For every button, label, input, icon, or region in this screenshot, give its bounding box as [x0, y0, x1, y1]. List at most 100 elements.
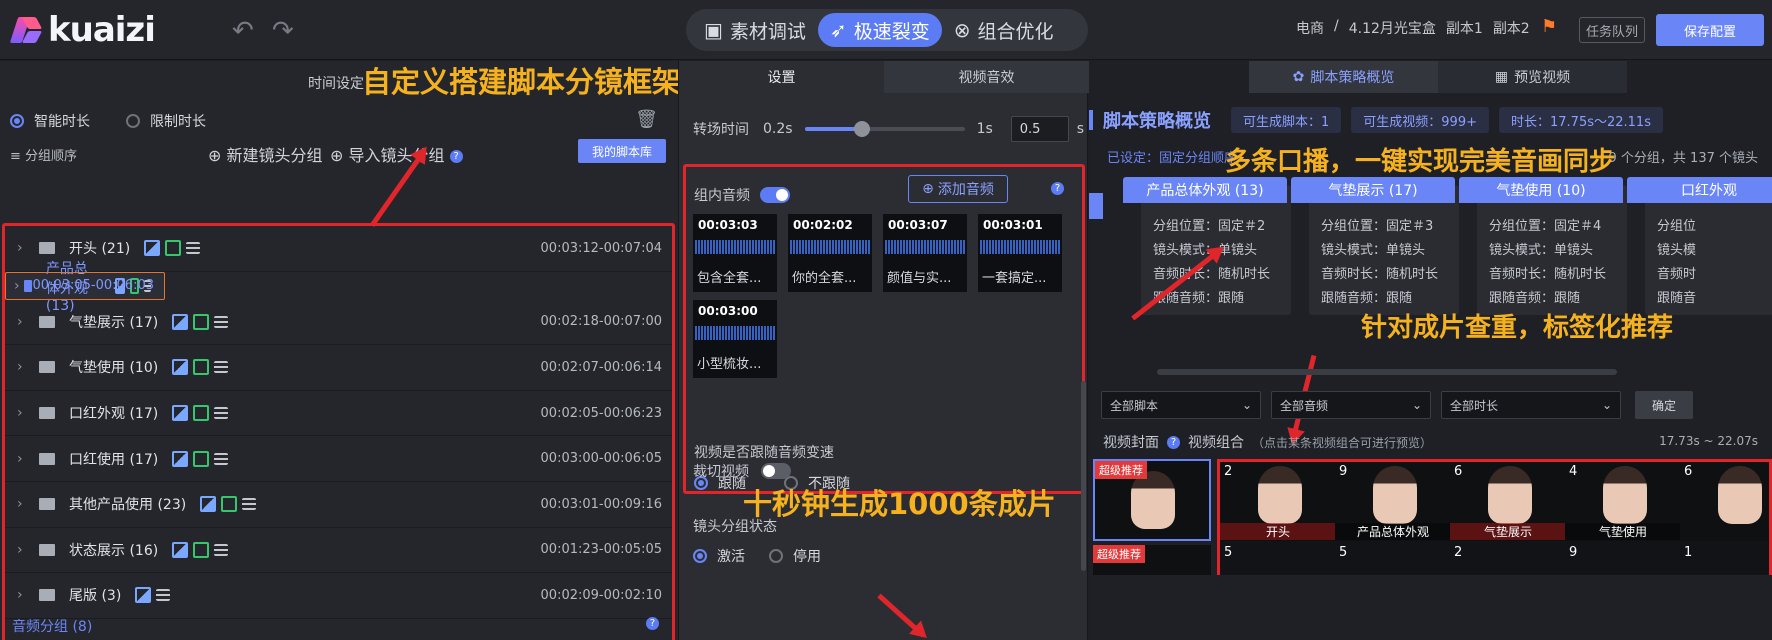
shot-group-row[interactable]: › 口红使用 (17) 00:03:00-00:06:05 [5, 436, 672, 482]
breadcrumb-item[interactable]: 副本2 [1493, 18, 1530, 38]
chevron-right-icon[interactable]: › [17, 240, 39, 256]
video-cover[interactable]: 超级推荐 [1093, 545, 1211, 575]
combo-shot-cell[interactable]: 5 [1335, 545, 1451, 575]
chevron-right-icon[interactable]: › [17, 587, 39, 603]
sort-order-label[interactable]: ≡ 分组顺序 [10, 145, 77, 164]
shot-group-row[interactable]: › 状态展示 (16) 00:01:23-00:05:05 [5, 528, 672, 574]
combo-shot-cell[interactable]: 6 [1680, 462, 1769, 541]
disable-option[interactable]: 停用 [769, 546, 821, 566]
video-cover[interactable]: 超级推荐 [1093, 459, 1211, 541]
video-combination-row[interactable]: 2 开头 9 产品总体外观 6 气垫展示 4 气垫使用 6 [1217, 459, 1772, 541]
combo-shot-cell[interactable]: 4 气垫使用 [1565, 462, 1681, 541]
shot-group-row[interactable]: › 口红外观 (17) 00:02:05-00:06:23 [5, 391, 672, 437]
new-group-button[interactable]: ⊕ 新建镜头分组 [208, 142, 323, 166]
disable-radio[interactable] [769, 549, 783, 563]
audio-clip[interactable]: 00:03:00 小型梳妆... [693, 300, 777, 378]
shot-group-name: 其他产品使用 (23) [69, 497, 187, 514]
app-logo[interactable]: kuaizi [9, 10, 156, 50]
strategy-group-card[interactable]: 气垫展示 (17) 分组位置：固定＃3 镜头模式：单镜头 音频时长：随机时长 跟随音频：… [1291, 177, 1459, 315]
audio-clip[interactable]: 00:03:01 一套搞定... [978, 214, 1062, 292]
shot-group-row[interactable]: › 开头 (21) 00:03:12-00:07:04 [5, 226, 672, 272]
combo-shot-cell[interactable]: 9 [1565, 545, 1681, 575]
shot-count: 9 [1339, 464, 1348, 479]
filter-audio-select[interactable]: 全部音频 ⌄ [1271, 391, 1431, 419]
shot-group-label: 气垫展示 [1450, 523, 1566, 540]
chevron-right-icon[interactable]: › [17, 405, 39, 421]
my-script-library-button[interactable]: 我的脚本库 [578, 139, 666, 163]
save-config-button[interactable]: 保存配置 [1656, 14, 1764, 46]
audio-clip[interactable]: 00:02:02 你的全套... [788, 214, 872, 292]
redo-icon[interactable]: ↷ [272, 16, 294, 46]
pin-icon[interactable]: ⚑ [1541, 16, 1557, 37]
shot-group-row[interactable]: › 气垫展示 (17) 00:02:18-00:07:00 [5, 300, 672, 346]
breadcrumb-item[interactable]: 电商 [1296, 18, 1324, 38]
import-group-button[interactable]: ⊕ 导入镜头分组 ? [330, 142, 463, 166]
mode-combo-optimize[interactable]: ⊗ 组合优化 [942, 13, 1066, 47]
mode-material-debug[interactable]: ▣ 素材调试 [692, 13, 818, 47]
combo-shot-cell[interactable]: 5 [1220, 545, 1336, 575]
shot-count: 4 [1569, 464, 1578, 479]
shot-group-row[interactable]: › 其他产品使用 (23) 00:03:01-00:09:16 [5, 482, 672, 528]
annotation-arrow [877, 593, 926, 638]
chevron-right-icon[interactable]: › [17, 496, 39, 512]
combo-shot-cell[interactable]: 6 气垫展示 [1450, 462, 1566, 541]
transition-input[interactable]: 0.5 [1010, 116, 1069, 142]
in-group-audio-toggle[interactable] [760, 187, 790, 203]
shot-group-time: 00:03:05-00:06:03 [32, 278, 154, 294]
combo-shot-cell[interactable]: 9 产品总体外观 [1335, 462, 1451, 541]
help-icon[interactable]: ? [1167, 435, 1180, 449]
strategy-group-card[interactable]: 气垫使用 (10) 分组位置：固定＃4 镜头模式：单镜头 音频时长：随机时长 跟随音频：… [1459, 177, 1627, 315]
chevron-right-icon[interactable]: › [17, 542, 39, 558]
horizontal-scrollbar[interactable] [1157, 369, 1617, 375]
breadcrumb-item[interactable]: 副本1 [1446, 18, 1483, 38]
mode-fast-fission[interactable]: ➶ 极速裂变 [817, 13, 942, 47]
breadcrumb-item[interactable]: 4.12月光宝盒 [1349, 18, 1436, 38]
help-icon[interactable]: ? [449, 150, 463, 163]
transition-slider[interactable] [804, 121, 965, 137]
filter-script-select[interactable]: 全部脚本 ⌄ [1101, 391, 1261, 419]
help-icon[interactable]: ? [1051, 182, 1064, 195]
new-group-label: 新建镜头分组 [226, 146, 323, 165]
smart-duration-radio[interactable] [10, 114, 24, 128]
shot-thumbnail [1258, 466, 1302, 524]
video-combination-row[interactable]: 5 5 2 9 1 [1217, 541, 1772, 575]
undo-icon[interactable]: ↶ [232, 16, 254, 46]
shot-group-row[interactable]: › 气垫使用 (10) 00:02:07-00:06:14 [5, 345, 672, 391]
smart-duration-label: 智能时长 [34, 114, 90, 130]
help-icon[interactable]: ? [646, 617, 659, 630]
audio-clip[interactable]: 00:03:07 颜值与实... [883, 214, 967, 292]
tab-settings[interactable]: 设置 [679, 61, 884, 93]
shot-group-name: 口红外观 (17) [69, 406, 159, 423]
activate-option[interactable]: 激活 [693, 546, 745, 566]
scrollbar[interactable] [1081, 381, 1086, 571]
combo-shot-cell[interactable]: 1 [1680, 545, 1769, 575]
add-audio-button[interactable]: ⊕ 添加音频 [908, 175, 1008, 203]
slider-knob[interactable] [854, 121, 871, 137]
combo-shot-cell[interactable]: 2 开头 [1220, 462, 1336, 541]
trash-icon[interactable]: 🗑 [635, 109, 658, 130]
chevron-right-icon[interactable]: › [17, 451, 39, 467]
tab-script-overview[interactable]: ✿ 脚本策略概览 [1249, 61, 1438, 93]
chevron-right-icon[interactable]: › [17, 314, 39, 330]
limit-duration-radio[interactable] [126, 114, 140, 128]
audio-group-label[interactable]: 音频分组 (8) [12, 616, 92, 636]
cut-video-toggle[interactable] [761, 463, 791, 479]
activate-radio[interactable] [693, 549, 707, 563]
combo-shot-cell[interactable]: 2 [1450, 545, 1566, 575]
waveform-icon [790, 240, 870, 254]
shot-group-row[interactable]: › 产品总体外观 (13) 00:03:05-00:06:03 [5, 261, 165, 314]
image-icon [172, 541, 189, 558]
filter-duration-select[interactable]: 全部时长 ⌄ [1441, 391, 1621, 419]
logo-text: kuaizi [48, 10, 156, 50]
rocket-icon: ➶ [829, 18, 847, 42]
chevron-right-icon[interactable]: › [17, 359, 39, 375]
shot-group-row[interactable]: › 尾版 (3) 00:02:09-00:02:10 [5, 573, 672, 619]
tab-video-sound[interactable]: 视频音效 [884, 61, 1089, 93]
task-queue-button[interactable]: 任务队列 [1579, 17, 1645, 43]
tab-preview-video[interactable]: ▦ 预览视频 [1438, 61, 1627, 93]
confirm-button[interactable]: 确定 [1635, 391, 1693, 419]
card-position: 分组位置：固定＃2 [1153, 219, 1266, 234]
strategy-group-card[interactable]: 口红外观 分组位 镜头模 音频时 跟随音 [1627, 177, 1772, 315]
chevron-right-icon[interactable]: › [14, 278, 24, 294]
audio-clip[interactable]: 00:03:03 包含全套... [693, 214, 777, 292]
